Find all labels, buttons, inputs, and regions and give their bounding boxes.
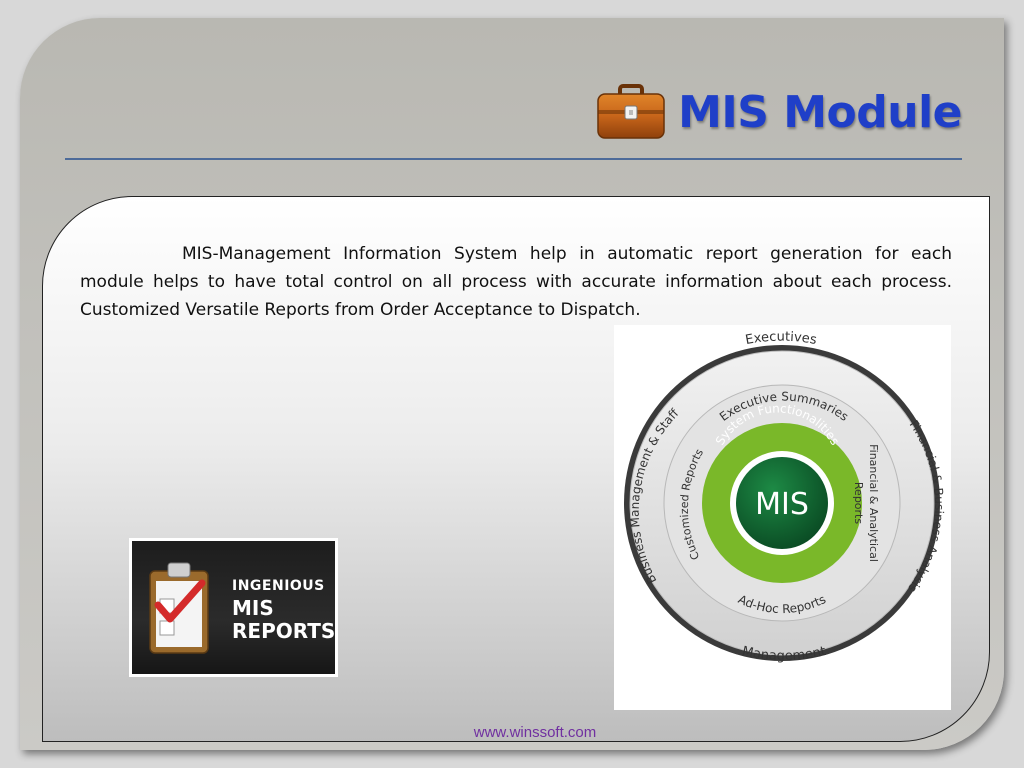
badge-text: INGENIOUS MIS REPORTS — [232, 579, 335, 641]
center-label: MIS — [755, 487, 809, 522]
title-divider — [65, 158, 962, 160]
mis-diagram: Executives Management Business Managemen… — [614, 325, 951, 710]
clipboard-check-icon — [149, 562, 209, 654]
title-area: MIS Module — [596, 82, 962, 142]
mis-reports-badge: INGENIOUS MIS REPORTS — [129, 538, 338, 677]
middle-ring-right-line2: Reports — [852, 482, 865, 524]
badge-line3: REPORTS — [232, 619, 336, 643]
page-title: MIS Module — [678, 86, 962, 138]
description-paragraph: MIS-Management Information System help i… — [80, 244, 952, 320]
badge-line1: INGENIOUS — [232, 578, 325, 594]
badge-line2: MIS — [232, 596, 274, 620]
briefcase-icon — [597, 84, 665, 139]
website-link[interactable]: www.winssoft.com — [0, 724, 1024, 741]
middle-ring-right-line1: Financial & Analytical — [867, 444, 880, 562]
